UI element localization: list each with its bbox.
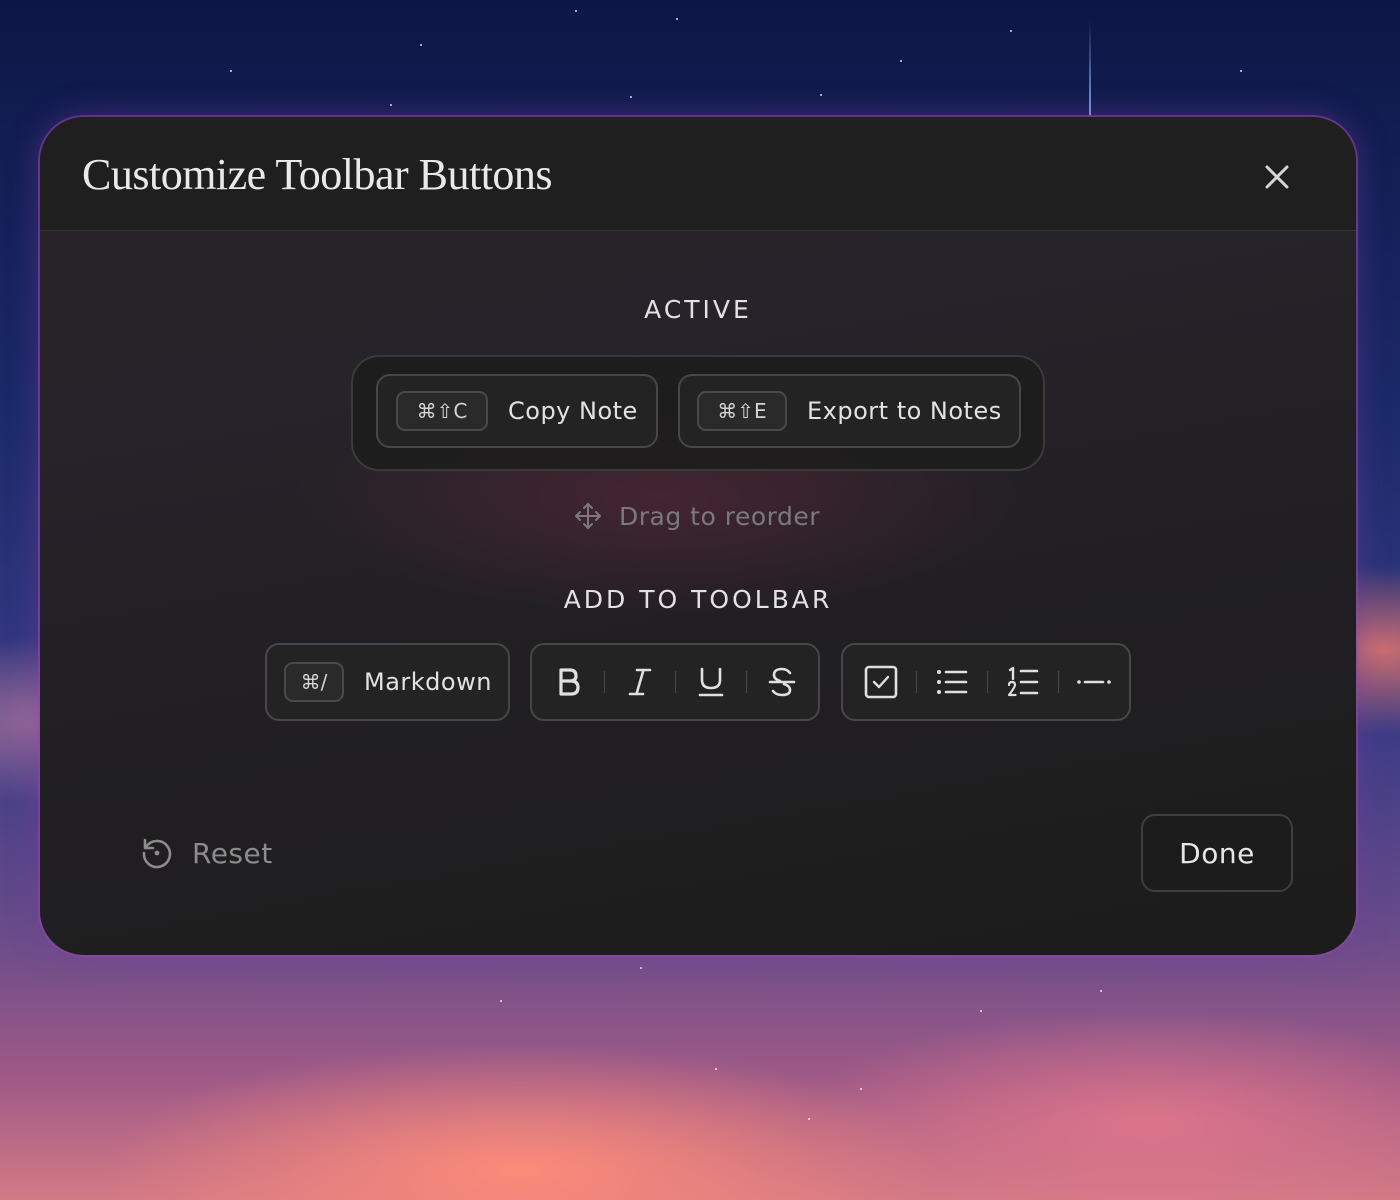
done-button[interactable]: Done [1141, 814, 1293, 892]
divider-button[interactable] [1059, 652, 1129, 712]
strikethrough-icon [768, 667, 796, 697]
star [900, 60, 902, 62]
active-item-copy-note[interactable]: ⌘⇧C Copy Note [376, 374, 658, 448]
shortcut-badge: ⌘⇧E [697, 391, 787, 431]
checkbox-button[interactable] [846, 652, 916, 712]
numbered-list-button[interactable] [988, 652, 1058, 712]
customize-toolbar-dialog: Customize Toolbar Buttons ACTIVE ⌘⇧C Cop… [40, 117, 1356, 955]
underline-button[interactable] [676, 652, 746, 712]
chip-label: Copy Note [508, 397, 638, 425]
chip-label: Markdown [364, 668, 492, 696]
active-item-export-to-notes[interactable]: ⌘⇧E Export to Notes [678, 374, 1021, 448]
star [575, 10, 577, 12]
underline-icon [698, 667, 724, 697]
drag-hint-text: Drag to reorder [619, 501, 820, 531]
active-heading: ACTIVE [644, 295, 752, 324]
shortcut-badge: ⌘⇧C [396, 391, 488, 431]
bullet-list-button[interactable] [917, 652, 987, 712]
star [230, 70, 232, 72]
active-toolbar-tray: ⌘⇧C Copy Note ⌘⇧E Export to Notes [351, 355, 1045, 471]
add-to-toolbar-heading: ADD TO TOOLBAR [563, 585, 833, 614]
star [390, 104, 392, 106]
shortcut-badge: ⌘/ [284, 662, 344, 702]
star [808, 1118, 810, 1120]
dialog-title: Customize Toolbar Buttons [82, 150, 553, 199]
star [500, 1000, 502, 1002]
chip-label: Export to Notes [807, 397, 1002, 425]
bold-button[interactable] [534, 652, 604, 712]
star [715, 1068, 717, 1070]
close-icon [1265, 165, 1289, 189]
italic-icon [628, 668, 652, 696]
reset-icon [142, 838, 172, 869]
star [676, 18, 678, 20]
light-beam [1089, 20, 1091, 115]
star [1240, 70, 1242, 72]
formatting-group [530, 643, 820, 721]
reset-button[interactable]: Reset [140, 833, 273, 873]
star [630, 96, 632, 98]
move-icon [575, 503, 601, 529]
star [1100, 990, 1102, 992]
checkbox-icon [864, 665, 898, 699]
star [980, 1010, 982, 1012]
dialog-header: Customize Toolbar Buttons [40, 117, 1356, 231]
divider-icon [1077, 680, 1111, 684]
strikethrough-button[interactable] [747, 652, 817, 712]
star [820, 94, 822, 96]
numbered-list-icon [1007, 666, 1039, 697]
drag-hint: Drag to reorder [573, 499, 820, 533]
close-button[interactable] [1257, 157, 1297, 197]
star [640, 967, 642, 969]
list-group [841, 643, 1131, 721]
bold-icon [559, 668, 580, 696]
add-item-markdown[interactable]: ⌘/ Markdown [265, 643, 510, 721]
italic-button[interactable] [605, 652, 675, 712]
reset-label: Reset [192, 836, 273, 870]
star [860, 1088, 862, 1090]
star [420, 44, 422, 46]
bullet-list-icon [937, 670, 968, 694]
star [1010, 30, 1012, 32]
